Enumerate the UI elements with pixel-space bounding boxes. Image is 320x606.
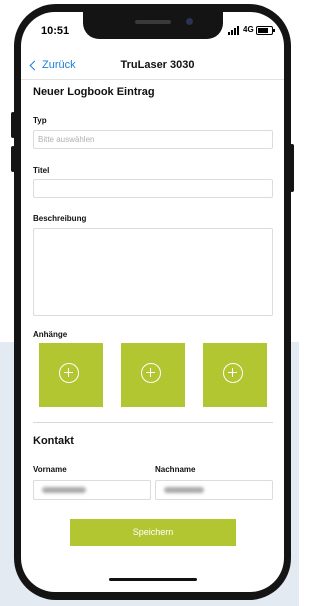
section-divider — [33, 422, 273, 423]
attachment-slot-3[interactable] — [203, 343, 267, 407]
redacted-text — [164, 487, 204, 493]
back-button[interactable]: Zurück — [29, 59, 76, 71]
plus-circle-icon — [223, 363, 243, 383]
save-button[interactable]: Speichern — [70, 519, 236, 546]
attachment-slot-1[interactable] — [39, 343, 103, 407]
volume-down-button — [11, 146, 15, 172]
description-textarea[interactable] — [33, 228, 273, 316]
chevron-left-icon — [29, 60, 40, 70]
form-heading: Neuer Logbook Eintrag — [33, 86, 155, 98]
first-name-label: Vorname — [33, 465, 67, 474]
title-input[interactable] — [33, 179, 273, 198]
attachments-label: Anhänge — [33, 330, 68, 339]
contact-heading: Kontakt — [33, 435, 74, 447]
title-label: Titel — [33, 166, 50, 175]
plus-circle-icon — [59, 363, 79, 383]
redacted-text — [42, 487, 86, 493]
nav-divider — [21, 79, 284, 80]
front-camera — [186, 18, 193, 25]
description-label: Beschreibung — [33, 214, 87, 223]
home-indicator — [109, 578, 197, 581]
last-name-label: Nachname — [155, 465, 196, 474]
phone-notch — [83, 12, 223, 39]
status-time: 10:51 — [41, 25, 70, 37]
type-select[interactable]: Bitte auswählen — [33, 130, 273, 149]
phone-screen: 10:51 4G TruLaser 3030 Zurück Neuer Logb… — [21, 12, 284, 592]
power-button — [290, 144, 294, 192]
volume-up-button — [11, 112, 15, 138]
plus-circle-icon — [141, 363, 161, 383]
battery-icon — [256, 26, 275, 35]
last-name-input[interactable] — [155, 480, 273, 500]
back-label: Zurück — [42, 59, 76, 71]
network-type: 4G — [243, 25, 254, 34]
speaker-grille — [135, 20, 171, 24]
first-name-input[interactable] — [33, 480, 151, 500]
type-placeholder: Bitte auswählen — [38, 135, 95, 144]
attachment-slot-2[interactable] — [121, 343, 185, 407]
navigation-bar: TruLaser 3030 Zurück — [21, 56, 284, 78]
type-label: Typ — [33, 116, 47, 125]
signal-icon — [228, 26, 242, 35]
